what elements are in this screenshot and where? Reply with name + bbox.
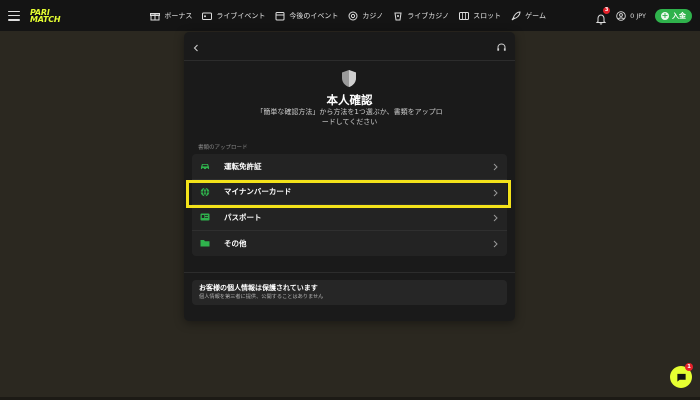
footer-divider — [184, 272, 515, 273]
nav-item-bonus[interactable]: ボーナス — [150, 11, 192, 21]
nav-item-live-casino[interactable]: ライブカジノ — [393, 11, 449, 21]
privacy-notice: お客様の個人情報は保護されています 個人情報を第三者に提供、公開することはありま… — [192, 280, 507, 305]
document-option-label: パスポート — [224, 212, 262, 222]
balance-amount: 0 JPY — [630, 11, 646, 20]
document-option-label: マイナンバーカード — [224, 187, 292, 197]
logo-line-2: MATCH — [30, 14, 61, 24]
privacy-title: お客様の個人情報は保護されています — [199, 284, 318, 292]
nav-label: ゲーム — [525, 11, 546, 20]
main-nav: ボーナス ライブイベント 今後のイベント カジノ ライブカジノ スロット ゲーム — [150, 10, 546, 21]
header-right: 3 0 JPY + 入金 — [595, 0, 692, 31]
nav-item-casino[interactable]: カジノ — [348, 11, 383, 21]
live-casino-icon — [394, 12, 402, 20]
account-balance[interactable]: 0 JPY — [616, 10, 646, 21]
folder-icon — [200, 240, 210, 247]
document-option-label: 運転免許証 — [224, 161, 262, 171]
page-title: 本人確認 — [326, 93, 373, 107]
nav-label: 今後のイベント — [289, 11, 339, 20]
gift-icon — [150, 12, 161, 20]
slot-icon — [459, 11, 470, 20]
nav-label: ボーナス — [164, 11, 193, 20]
nav-label: スロット — [473, 11, 502, 20]
nav-item-slots[interactable]: スロット — [459, 11, 501, 21]
passport-icon — [200, 213, 210, 221]
globe-icon — [200, 187, 210, 197]
chevron-right-icon — [493, 189, 498, 196]
chevron-right-icon — [493, 163, 498, 171]
nav-item-upcoming-events[interactable]: 今後のイベント — [275, 11, 338, 21]
user-icon — [616, 10, 626, 21]
parimatch-logo[interactable]: PARI MATCH — [30, 8, 61, 24]
document-option-label: その他 — [224, 238, 247, 248]
document-list: 運転免許証 マイナンバーカード パスポート その他 — [192, 154, 507, 256]
chevron-right-icon — [493, 214, 498, 222]
chat-badge: 1 — [685, 363, 693, 371]
chevron-right-icon — [493, 240, 498, 247]
casino-chip-icon — [348, 11, 358, 20]
nav-label: カジノ — [362, 11, 384, 20]
plus-icon: + — [661, 10, 669, 20]
nav-label: ライブイベント — [216, 11, 266, 20]
nav-item-live-events[interactable]: ライブイベント — [202, 11, 265, 21]
nav-item-games[interactable]: ゲーム — [511, 10, 546, 21]
document-option-drivers-license[interactable]: 運転免許証 — [192, 154, 507, 180]
section-label: 書類のアップロード — [198, 145, 248, 151]
menu-icon[interactable] — [8, 10, 20, 21]
chat-button[interactable]: 1 — [670, 363, 693, 388]
live-tv-icon — [202, 12, 213, 20]
nav-label: ライブカジノ — [407, 11, 450, 20]
chat-bubble-icon — [676, 373, 686, 382]
notification-badge: 3 — [603, 6, 611, 14]
back-arrow-icon[interactable] — [192, 43, 200, 53]
notifications-button[interactable]: 3 — [595, 6, 611, 25]
top-navigation-bar: PARI MATCH ボーナス ライブイベント 今後のイベント カジノ ライブカ… — [0, 0, 700, 31]
calendar-icon — [275, 11, 285, 20]
header-divider — [184, 60, 515, 61]
bell-icon — [595, 13, 607, 25]
car-icon — [201, 164, 209, 171]
rocket-icon — [511, 10, 521, 20]
privacy-description: 個人情報を第三者に提供、公開することはありません — [199, 294, 324, 300]
document-option-passport[interactable]: パスポート — [192, 205, 507, 231]
document-option-my-number-card[interactable]: マイナンバーカード — [192, 180, 507, 205]
document-option-other[interactable]: その他 — [192, 231, 507, 257]
page-subtitle: 「簡単な確認方法」から方法を1つ選ぶか、書類をアップロードしてください — [256, 108, 443, 126]
support-headset-icon[interactable] — [496, 42, 507, 53]
deposit-label: 入金 — [672, 11, 686, 20]
shield-icon — [342, 70, 356, 87]
verification-modal: 本人確認 「簡単な確認方法」から方法を1つ選ぶか、書類をアップロードしてください… — [184, 32, 515, 321]
deposit-button[interactable]: + 入金 — [655, 8, 692, 23]
